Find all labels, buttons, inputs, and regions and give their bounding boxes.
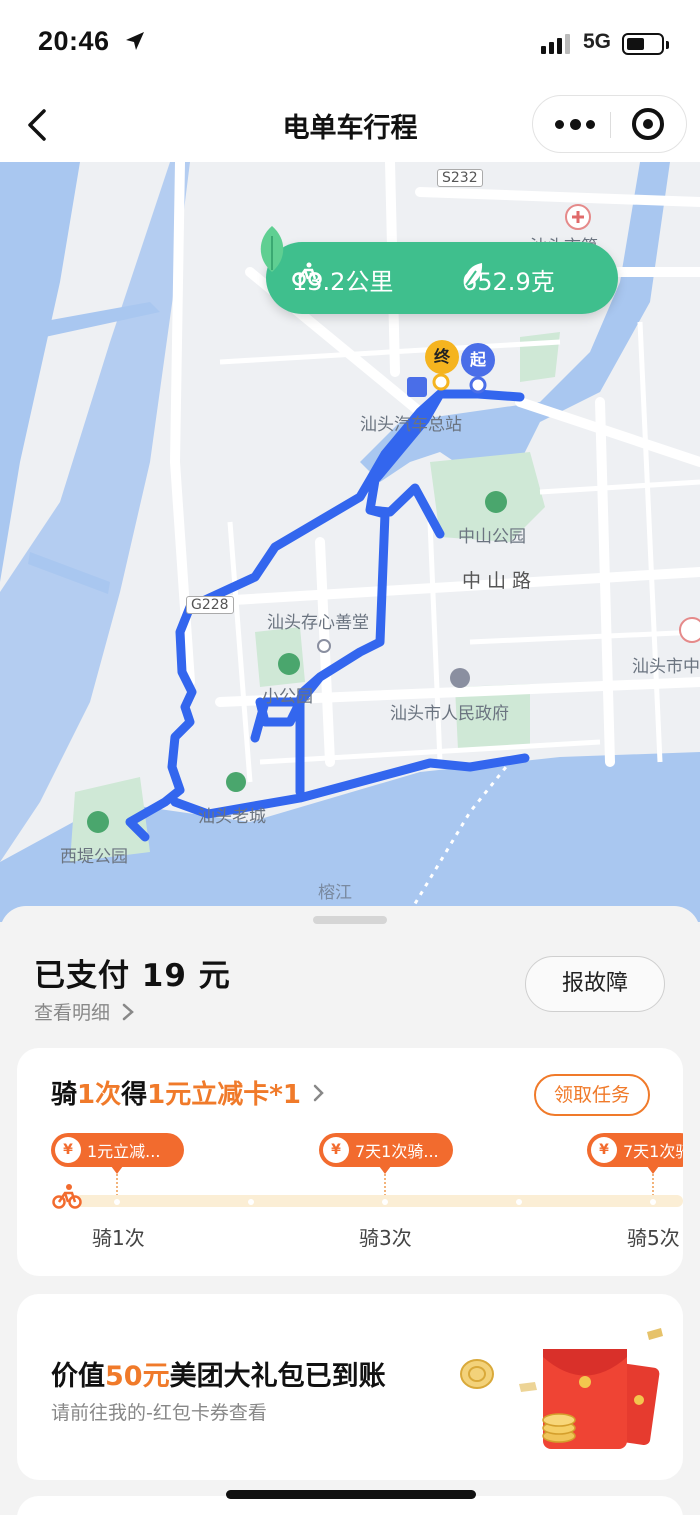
step-label-1: 骑1次 (92, 1226, 145, 1250)
status-time: 20:46 (38, 26, 110, 56)
tag-pointer (111, 1166, 123, 1174)
yen-coin-icon: ¥ (591, 1137, 617, 1163)
map-label-shantou-station: 汕头汽车总站 (360, 415, 462, 435)
red-envelope-illustration-icon (460, 1328, 663, 1449)
yen-coin-icon: ¥ (323, 1137, 349, 1163)
home-indicator[interactable] (226, 1490, 476, 1499)
map-label-shantou-city: 汕头市中 (632, 657, 700, 677)
step-dash (116, 1174, 118, 1196)
reward-tag-3[interactable]: ¥ 7天1次骑 (587, 1133, 683, 1167)
task-title-mid: 得 (121, 1080, 148, 1110)
report-fault-button[interactable]: 报故障 (525, 956, 665, 1012)
reward-tag-1[interactable]: ¥ 1元立减... (51, 1133, 184, 1167)
step-label-3: 骑3次 (359, 1226, 412, 1250)
reward-tag-label: 7天1次骑... (355, 1142, 439, 1161)
view-detail-label: 查看明细 (34, 1002, 111, 1024)
start-pin: 起 (461, 343, 495, 377)
leaf-decoration-icon (260, 226, 284, 272)
reward-tag-label: 1元立减... (87, 1142, 161, 1161)
reward-tag-2[interactable]: ¥ 7天1次骑... (319, 1133, 453, 1167)
gift-title: 价值50元美团大礼包已到账 (51, 1354, 386, 1393)
gift-title-suffix: 美团大礼包已到账 (169, 1361, 386, 1392)
task-title-prefix: 骑 (51, 1080, 78, 1110)
carbon-stat: 652.9克 (462, 262, 555, 297)
nav-bar: 电单车行程 (0, 88, 700, 162)
end-pin: 终 (425, 340, 459, 374)
bicycle-icon (292, 262, 322, 286)
gift-title-prefix: 价值 (51, 1361, 105, 1392)
gift-title-amount: 50元 (105, 1361, 170, 1392)
signal-icon (541, 34, 570, 54)
location-arrow-icon (126, 32, 144, 50)
gift-subtitle: 请前往我的-红包卡券查看 (51, 1402, 267, 1424)
route-map[interactable]: S232 G228 汕头市第 汕头汽车总站 中山公园 中山路 汕头存心善堂 小公… (0, 162, 700, 922)
bicycle-icon (52, 1184, 82, 1209)
progress-track (75, 1195, 683, 1207)
task-title-reward: 1元立减卡*1 (147, 1080, 301, 1110)
trip-page: 20:46 5G 电单车行程 S232 G228 汕头汽车总站 中山公园 中山路… (0, 0, 700, 1515)
mini-program-capsule (532, 95, 687, 153)
step-label-5: 骑5次 (627, 1226, 680, 1250)
map-label-cunxin: 汕头存心善堂 (267, 613, 369, 633)
map-label-gov: 汕头市人民政府 (390, 704, 509, 724)
map-label-zhongshan-park: 中山公园 (458, 527, 526, 547)
claim-task-button[interactable]: 领取任务 (534, 1074, 650, 1116)
paid-amount: 已支付 19 元 (34, 958, 231, 994)
reward-tag-label: 7天1次骑 (623, 1142, 683, 1161)
target-circle-icon[interactable] (632, 108, 664, 140)
map-label-old-city: 汕头老城 (198, 807, 266, 827)
status-bar: 20:46 5G (0, 0, 700, 88)
step-dash (652, 1174, 654, 1196)
map-label-s232: S232 (437, 169, 483, 187)
tag-pointer (647, 1166, 659, 1174)
tag-pointer (379, 1166, 391, 1174)
sheet-handle[interactable] (313, 916, 387, 924)
trip-stats-pill: 13.2公里 652.9克 (260, 226, 618, 314)
map-label-g228: G228 (186, 596, 234, 614)
chevron-right-icon (313, 1084, 324, 1101)
task-title[interactable]: 骑 1次 得 1元立减卡*1 (51, 1074, 327, 1111)
map-label-rongjiang: 榕江 (318, 883, 352, 903)
view-detail-link[interactable]: 查看明细 (34, 998, 134, 1025)
network-type: 5G (583, 30, 612, 53)
ride-task-card: 骑 1次 得 1元立减卡*1 领取任务 ¥ 1元立减... ¥ 7天1次骑... (17, 1048, 683, 1276)
map-label-zhongshan-road: 中山路 (462, 570, 538, 592)
map-label-xidi-park: 西堤公园 (60, 847, 128, 867)
task-title-count: 1次 (77, 1080, 122, 1110)
bottom-sheet: 已支付 19 元 查看明细 报故障 骑 1次 得 1元立减卡*1 领取任务 ¥ (0, 906, 700, 1515)
chevron-right-icon (122, 1003, 134, 1020)
gift-pack-card[interactable]: 价值50元美团大礼包已到账 请前往我的-红包卡券查看 (17, 1294, 683, 1480)
step-dash (384, 1174, 386, 1196)
capsule-divider (610, 112, 611, 138)
leaf-icon (464, 263, 483, 286)
battery-icon (622, 33, 669, 55)
yen-coin-icon: ¥ (55, 1137, 81, 1163)
distance-stat: 13.2公里 (292, 262, 393, 297)
map-label-xiaogongyuan: 小公园 (262, 687, 313, 707)
more-dots-icon[interactable] (555, 112, 595, 136)
